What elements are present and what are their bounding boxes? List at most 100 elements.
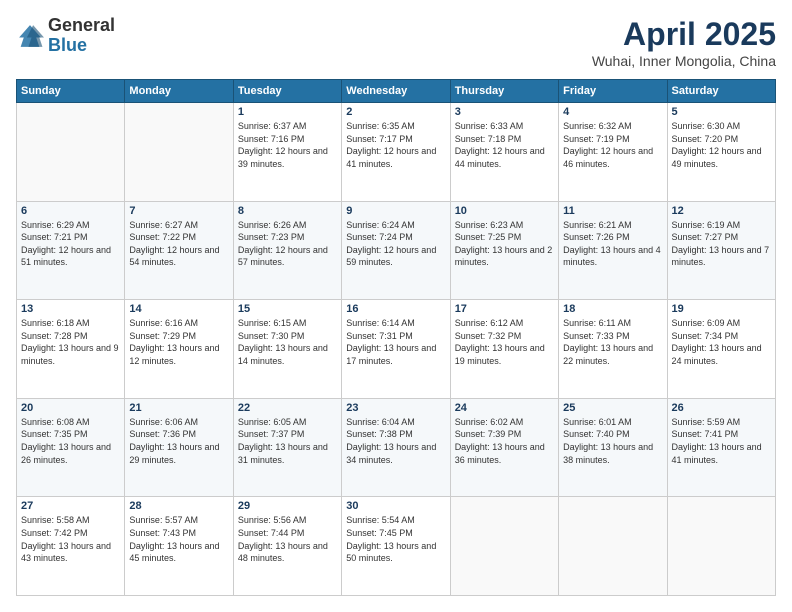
calendar-cell: 11 Sunrise: 6:21 AM Sunset: 7:26 PM Dayli… bbox=[559, 201, 667, 300]
day-number: 26 bbox=[672, 402, 771, 414]
page: General Blue April 2025 Wuhai, Inner Mon… bbox=[0, 0, 792, 612]
calendar-cell: 10Sunrise: 6:23 AM Sunset: 7:25 PM Dayli… bbox=[450, 201, 558, 300]
calendar-cell bbox=[559, 497, 667, 596]
title-block: April 2025 Wuhai, Inner Mongolia, China bbox=[592, 16, 776, 69]
day-number: 21 bbox=[129, 402, 228, 414]
weekday-header-wednesday: Wednesday bbox=[342, 80, 450, 103]
calendar-week-row: 20 Sunrise: 6:08 AM Sunset: 7:35 PM Dayli… bbox=[17, 398, 776, 497]
day-number: 6 bbox=[21, 205, 120, 217]
day-info: Sunrise: 6:02 AM Sunset: 7:39 PM Dayligh… bbox=[455, 416, 554, 466]
day-info: Sunrise: 6:26 AM Sunset: 7:23 PM Dayligh… bbox=[238, 219, 337, 269]
calendar-cell: 27 Sunrise: 5:58 AM Sunset: 7:42 PM Dayli… bbox=[17, 497, 125, 596]
day-info: Sunrise: 6:24 AM Sunset: 7:24 PM Dayligh… bbox=[346, 219, 445, 269]
day-info: Sunrise: 6:05 AM Sunset: 7:37 PM Dayligh… bbox=[238, 416, 337, 466]
day-number: 13 bbox=[21, 303, 120, 315]
calendar-cell: 19 Sunrise: 6:09 AM Sunset: 7:34 PM Dayli… bbox=[667, 300, 775, 399]
calendar-cell bbox=[17, 103, 125, 202]
day-info: Sunrise: 6:01 AM Sunset: 7:40 PM Dayligh… bbox=[563, 416, 662, 466]
day-info: Sunrise: 6:11 AM Sunset: 7:33 PM Dayligh… bbox=[563, 317, 662, 367]
weekday-header-sunday: Sunday bbox=[17, 80, 125, 103]
calendar-cell bbox=[125, 103, 233, 202]
day-info: Sunrise: 6:35 AM Sunset: 7:17 PM Dayligh… bbox=[346, 120, 445, 170]
day-info: Sunrise: 6:37 AM Sunset: 7:16 PM Dayligh… bbox=[238, 120, 337, 170]
calendar-header-row: SundayMondayTuesdayWednesdayThursdayFrid… bbox=[17, 80, 776, 103]
day-number: 30 bbox=[346, 500, 445, 512]
weekday-header-tuesday: Tuesday bbox=[233, 80, 341, 103]
calendar-cell: 7 Sunrise: 6:27 AM Sunset: 7:22 PM Daylig… bbox=[125, 201, 233, 300]
day-info: Sunrise: 5:57 AM Sunset: 7:43 PM Dayligh… bbox=[129, 514, 228, 564]
calendar-cell: 30 Sunrise: 5:54 AM Sunset: 7:45 PM Dayli… bbox=[342, 497, 450, 596]
day-number: 24 bbox=[455, 402, 554, 414]
day-number: 27 bbox=[21, 500, 120, 512]
day-info: Sunrise: 5:58 AM Sunset: 7:42 PM Dayligh… bbox=[21, 514, 120, 564]
day-info: Sunrise: 5:59 AM Sunset: 7:41 PM Dayligh… bbox=[672, 416, 771, 466]
day-number: 7 bbox=[129, 205, 228, 217]
day-info: Sunrise: 6:14 AM Sunset: 7:31 PM Dayligh… bbox=[346, 317, 445, 367]
calendar-cell: 26 Sunrise: 5:59 AM Sunset: 7:41 PM Dayli… bbox=[667, 398, 775, 497]
calendar-cell bbox=[450, 497, 558, 596]
calendar-cell: 17Sunrise: 6:12 AM Sunset: 7:32 PM Dayli… bbox=[450, 300, 558, 399]
day-number: 19 bbox=[672, 303, 771, 315]
header: General Blue April 2025 Wuhai, Inner Mon… bbox=[16, 16, 776, 69]
calendar-cell: 3 Sunrise: 6:33 AM Sunset: 7:18 PM Daylig… bbox=[450, 103, 558, 202]
logo-text: General Blue bbox=[48, 16, 115, 56]
calendar-week-row: 6 Sunrise: 6:29 AM Sunset: 7:21 PM Daylig… bbox=[17, 201, 776, 300]
day-number: 22 bbox=[238, 402, 337, 414]
calendar-cell: 2 Sunrise: 6:35 AM Sunset: 7:17 PM Daylig… bbox=[342, 103, 450, 202]
subtitle: Wuhai, Inner Mongolia, China bbox=[592, 53, 776, 69]
calendar-cell: 29Sunrise: 5:56 AM Sunset: 7:44 PM Dayli… bbox=[233, 497, 341, 596]
weekday-header-monday: Monday bbox=[125, 80, 233, 103]
logo-line1: General bbox=[48, 16, 115, 36]
weekday-header-saturday: Saturday bbox=[667, 80, 775, 103]
calendar-cell: 9 Sunrise: 6:24 AM Sunset: 7:24 PM Daylig… bbox=[342, 201, 450, 300]
calendar-cell: 20 Sunrise: 6:08 AM Sunset: 7:35 PM Dayli… bbox=[17, 398, 125, 497]
day-info: Sunrise: 6:06 AM Sunset: 7:36 PM Dayligh… bbox=[129, 416, 228, 466]
day-number: 3 bbox=[455, 106, 554, 118]
day-info: Sunrise: 6:16 AM Sunset: 7:29 PM Dayligh… bbox=[129, 317, 228, 367]
calendar-cell: 4Sunrise: 6:32 AM Sunset: 7:19 PM Daylig… bbox=[559, 103, 667, 202]
weekday-header-thursday: Thursday bbox=[450, 80, 558, 103]
calendar-cell: 22 Sunrise: 6:05 AM Sunset: 7:37 PM Dayli… bbox=[233, 398, 341, 497]
day-number: 20 bbox=[21, 402, 120, 414]
calendar-cell: 14 Sunrise: 6:16 AM Sunset: 7:29 PM Dayli… bbox=[125, 300, 233, 399]
day-info: Sunrise: 6:29 AM Sunset: 7:21 PM Dayligh… bbox=[21, 219, 120, 269]
day-info: Sunrise: 6:08 AM Sunset: 7:35 PM Dayligh… bbox=[21, 416, 120, 466]
calendar-cell: 25 Sunrise: 6:01 AM Sunset: 7:40 PM Dayli… bbox=[559, 398, 667, 497]
day-info: Sunrise: 6:23 AM Sunset: 7:25 PM Dayligh… bbox=[455, 219, 554, 269]
calendar-cell: 23Sunrise: 6:04 AM Sunset: 7:38 PM Dayli… bbox=[342, 398, 450, 497]
logo: General Blue bbox=[16, 16, 115, 56]
calendar-table: SundayMondayTuesdayWednesdayThursdayFrid… bbox=[16, 79, 776, 596]
day-number: 15 bbox=[238, 303, 337, 315]
day-info: Sunrise: 6:09 AM Sunset: 7:34 PM Dayligh… bbox=[672, 317, 771, 367]
day-number: 2 bbox=[346, 106, 445, 118]
day-info: Sunrise: 6:27 AM Sunset: 7:22 PM Dayligh… bbox=[129, 219, 228, 269]
logo-line2: Blue bbox=[48, 36, 115, 56]
day-number: 25 bbox=[563, 402, 662, 414]
day-info: Sunrise: 6:32 AM Sunset: 7:19 PM Dayligh… bbox=[563, 120, 662, 170]
calendar-week-row: 27 Sunrise: 5:58 AM Sunset: 7:42 PM Dayli… bbox=[17, 497, 776, 596]
day-number: 9 bbox=[346, 205, 445, 217]
day-number: 12 bbox=[672, 205, 771, 217]
day-info: Sunrise: 6:30 AM Sunset: 7:20 PM Dayligh… bbox=[672, 120, 771, 170]
calendar-body: 1 Sunrise: 6:37 AM Sunset: 7:16 PM Daylig… bbox=[17, 103, 776, 596]
day-number: 1 bbox=[238, 106, 337, 118]
day-number: 14 bbox=[129, 303, 228, 315]
day-info: Sunrise: 6:21 AM Sunset: 7:26 PM Dayligh… bbox=[563, 219, 662, 269]
day-number: 29 bbox=[238, 500, 337, 512]
day-info: Sunrise: 6:19 AM Sunset: 7:27 PM Dayligh… bbox=[672, 219, 771, 269]
day-number: 16 bbox=[346, 303, 445, 315]
day-info: Sunrise: 6:33 AM Sunset: 7:18 PM Dayligh… bbox=[455, 120, 554, 170]
day-number: 11 bbox=[563, 205, 662, 217]
calendar-cell: 21 Sunrise: 6:06 AM Sunset: 7:36 PM Dayli… bbox=[125, 398, 233, 497]
day-info: Sunrise: 6:12 AM Sunset: 7:32 PM Dayligh… bbox=[455, 317, 554, 367]
day-info: Sunrise: 5:54 AM Sunset: 7:45 PM Dayligh… bbox=[346, 514, 445, 564]
calendar-cell: 16 Sunrise: 6:14 AM Sunset: 7:31 PM Dayli… bbox=[342, 300, 450, 399]
calendar-cell: 6 Sunrise: 6:29 AM Sunset: 7:21 PM Daylig… bbox=[17, 201, 125, 300]
main-title: April 2025 bbox=[592, 16, 776, 53]
calendar-cell: 13Sunrise: 6:18 AM Sunset: 7:28 PM Dayli… bbox=[17, 300, 125, 399]
day-number: 8 bbox=[238, 205, 337, 217]
calendar-cell: 28Sunrise: 5:57 AM Sunset: 7:43 PM Dayli… bbox=[125, 497, 233, 596]
day-number: 23 bbox=[346, 402, 445, 414]
calendar-cell: 8 Sunrise: 6:26 AM Sunset: 7:23 PM Daylig… bbox=[233, 201, 341, 300]
calendar-cell: 5Sunrise: 6:30 AM Sunset: 7:20 PM Daylig… bbox=[667, 103, 775, 202]
